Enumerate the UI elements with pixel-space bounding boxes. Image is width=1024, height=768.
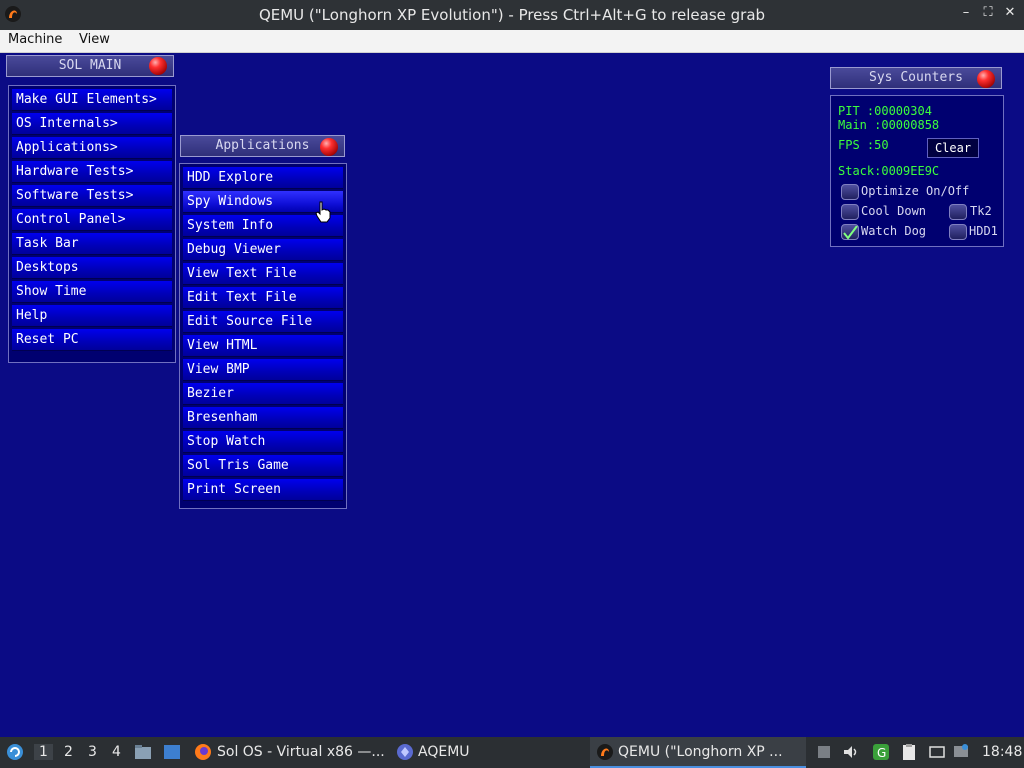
menu-item-os-internals[interactable]: OS Internals> [12, 113, 172, 135]
menu-item-make-gui-elements[interactable]: Make GUI Elements> [12, 89, 172, 111]
eject-icon[interactable] [815, 743, 833, 761]
menu-view[interactable]: View [79, 32, 110, 47]
app-item-sol-tris-game[interactable]: Sol Tris Game [183, 455, 343, 477]
menu-item-hardware-tests[interactable]: Hardware Tests> [12, 161, 172, 183]
maximize-button[interactable]: ⛶ [982, 5, 994, 20]
sys-counters-panel: PIT :00000304 Main :00000858 FPS :50 Cle… [830, 95, 1004, 247]
menu-item-help[interactable]: Help [12, 305, 172, 327]
tk2-checkbox[interactable] [949, 204, 967, 220]
applications-title: Applications [215, 138, 310, 153]
workspace-4[interactable]: 4 [112, 744, 121, 760]
network-icon[interactable] [928, 743, 946, 761]
firefox-icon [195, 744, 211, 760]
pit-counter: PIT :00000304 [838, 104, 932, 118]
menu-item-desktops[interactable]: Desktops [12, 257, 172, 279]
app-item-edit-text-file[interactable]: Edit Text File [183, 287, 343, 309]
aqemu-icon [397, 744, 413, 760]
menu-item-software-tests[interactable]: Software Tests> [12, 185, 172, 207]
task-qemu-active[interactable]: QEMU ("Longhorn XP ... [590, 737, 806, 768]
watch-dog-checkbox[interactable] [841, 224, 859, 240]
workspace-3[interactable]: 3 [88, 744, 97, 760]
hdd1-checkbox[interactable] [949, 224, 967, 240]
clock: 18:48 [982, 744, 1023, 760]
hand-cursor-icon [315, 201, 331, 223]
app-item-view-bmp[interactable]: View BMP [183, 359, 343, 381]
applications-close-icon[interactable] [320, 138, 338, 156]
close-button[interactable]: ✕ [1004, 5, 1016, 20]
app-item-hdd-explore[interactable]: HDD Explore [183, 167, 343, 189]
checkmark-icon [843, 225, 858, 240]
menu-machine[interactable]: Machine [8, 32, 62, 47]
app-item-bresenham[interactable]: Bresenham [183, 407, 343, 429]
minimize-button[interactable]: – [960, 5, 972, 20]
green-g-icon[interactable]: G [872, 743, 890, 761]
clear-button[interactable]: Clear [927, 138, 979, 158]
main-counter: Main :00000858 [838, 118, 940, 132]
cool-down-label: Cool Down [861, 204, 927, 218]
app-item-view-text-file[interactable]: View Text File [183, 263, 343, 285]
menu-item-task-bar[interactable]: Task Bar [12, 233, 172, 255]
app-item-stop-watch[interactable]: Stop Watch [183, 431, 343, 453]
app-item-bezier[interactable]: Bezier [183, 383, 343, 405]
app-item-print-screen[interactable]: Print Screen [183, 479, 343, 501]
sys-counters-title: Sys Counters [869, 70, 963, 85]
start-menu-icon[interactable] [6, 743, 24, 761]
sol-main-menu: Make GUI Elements> OS Internals> Applica… [8, 85, 176, 363]
clipboard-icon[interactable] [900, 743, 918, 761]
stack-counter: Stack:0009EE9C [838, 164, 940, 178]
show-desktop-icon[interactable] [163, 743, 181, 761]
qemu-menubar: Machine View [0, 30, 1024, 53]
task-qemu-label: QEMU ("Longhorn XP ... [618, 744, 783, 760]
workspace-1[interactable]: 1 [34, 744, 53, 760]
qemu-titlebar: QEMU ("Longhorn XP Evolution") - Press C… [0, 0, 1024, 30]
svg-text:G: G [877, 746, 886, 760]
menu-item-applications[interactable]: Applications> [12, 137, 172, 159]
notification-icon[interactable] [952, 743, 970, 761]
qemu-task-icon [597, 744, 613, 760]
tk2-label: Tk2 [970, 204, 992, 218]
menu-item-reset-pc[interactable]: Reset PC [12, 329, 172, 351]
fps-counter: FPS :50 [838, 138, 889, 152]
window-title: QEMU ("Longhorn XP Evolution") - Press C… [258, 6, 766, 24]
volume-icon[interactable] [842, 743, 860, 761]
file-manager-icon[interactable] [134, 743, 152, 761]
sys-counters-close-icon[interactable] [977, 70, 995, 88]
hdd1-label: HDD1 [969, 224, 998, 238]
cool-down-checkbox[interactable] [841, 204, 859, 220]
app-item-view-html[interactable]: View HTML [183, 335, 343, 357]
task-aqemu[interactable]: AQEMU [418, 744, 470, 760]
workspace-2[interactable]: 2 [64, 744, 73, 760]
app-item-edit-source-file[interactable]: Edit Source File [183, 311, 343, 333]
guest-desktop: SOL MAIN Make GUI Elements> OS Internals… [0, 53, 1024, 737]
optimize-checkbox[interactable] [841, 184, 859, 200]
task-sol-os[interactable]: Sol OS - Virtual x86 —... [217, 744, 385, 760]
app-item-debug-viewer[interactable]: Debug Viewer [183, 239, 343, 261]
menu-item-show-time[interactable]: Show Time [12, 281, 172, 303]
sol-main-close-icon[interactable] [149, 57, 167, 75]
menu-item-control-panel[interactable]: Control Panel> [12, 209, 172, 231]
watch-dog-label: Watch Dog [861, 224, 927, 238]
host-taskbar: 1 2 3 4 Sol OS - Virtual x86 —... AQEMU … [0, 737, 1024, 768]
optimize-label: Optimize On/Off [861, 184, 970, 198]
sol-main-title: SOL MAIN [58, 58, 122, 73]
